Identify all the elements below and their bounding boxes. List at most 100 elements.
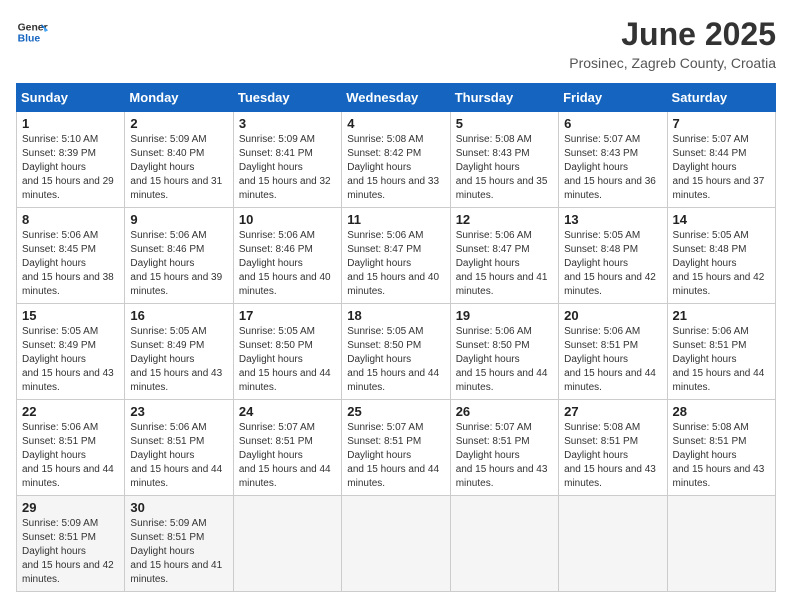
day-info: Sunrise: 5:06 AMSunset: 8:46 PMDaylight …	[239, 230, 331, 297]
calendar-cell: 1 Sunrise: 5:10 AMSunset: 8:39 PMDayligh…	[17, 112, 125, 208]
day-info: Sunrise: 5:08 AMSunset: 8:51 PMDaylight …	[673, 422, 765, 489]
day-number: 26	[456, 404, 553, 419]
calendar-cell: 20 Sunrise: 5:06 AMSunset: 8:51 PMDaylig…	[559, 304, 667, 400]
calendar-week-row: 1 Sunrise: 5:10 AMSunset: 8:39 PMDayligh…	[17, 112, 776, 208]
day-number: 2	[130, 116, 227, 131]
day-number: 16	[130, 308, 227, 323]
svg-text:Blue: Blue	[18, 34, 41, 45]
day-info: Sunrise: 5:05 AMSunset: 8:50 PMDaylight …	[239, 326, 331, 393]
day-info: Sunrise: 5:05 AMSunset: 8:50 PMDaylight …	[347, 326, 439, 393]
day-info: Sunrise: 5:10 AMSunset: 8:39 PMDaylight …	[22, 134, 114, 201]
day-info: Sunrise: 5:05 AMSunset: 8:49 PMDaylight …	[130, 326, 222, 393]
day-number: 11	[347, 212, 444, 227]
calendar-table: Sunday Monday Tuesday Wednesday Thursday…	[16, 83, 776, 592]
calendar-cell: 5 Sunrise: 5:08 AMSunset: 8:43 PMDayligh…	[450, 112, 558, 208]
day-info: Sunrise: 5:09 AMSunset: 8:40 PMDaylight …	[130, 134, 222, 201]
calendar-cell: 27 Sunrise: 5:08 AMSunset: 8:51 PMDaylig…	[559, 400, 667, 496]
day-number: 6	[564, 116, 661, 131]
logo: General Blue	[16, 16, 48, 48]
calendar-cell: 3 Sunrise: 5:09 AMSunset: 8:41 PMDayligh…	[233, 112, 341, 208]
day-info: Sunrise: 5:07 AMSunset: 8:51 PMDaylight …	[347, 422, 439, 489]
day-info: Sunrise: 5:06 AMSunset: 8:46 PMDaylight …	[130, 230, 222, 297]
day-number: 9	[130, 212, 227, 227]
calendar-cell: 10 Sunrise: 5:06 AMSunset: 8:46 PMDaylig…	[233, 208, 341, 304]
day-number: 27	[564, 404, 661, 419]
day-number: 17	[239, 308, 336, 323]
header-thursday: Thursday	[450, 84, 558, 112]
title-area: June 2025 Prosinec, Zagreb County, Croat…	[569, 16, 776, 71]
day-number: 23	[130, 404, 227, 419]
calendar-cell: 22 Sunrise: 5:06 AMSunset: 8:51 PMDaylig…	[17, 400, 125, 496]
day-number: 30	[130, 500, 227, 515]
day-info: Sunrise: 5:09 AMSunset: 8:41 PMDaylight …	[239, 134, 331, 201]
calendar-title: June 2025	[569, 16, 776, 53]
day-number: 5	[456, 116, 553, 131]
day-info: Sunrise: 5:06 AMSunset: 8:51 PMDaylight …	[673, 326, 765, 393]
calendar-cell	[559, 496, 667, 592]
day-info: Sunrise: 5:08 AMSunset: 8:51 PMDaylight …	[564, 422, 656, 489]
day-number: 18	[347, 308, 444, 323]
day-number: 1	[22, 116, 119, 131]
calendar-cell: 19 Sunrise: 5:06 AMSunset: 8:50 PMDaylig…	[450, 304, 558, 400]
calendar-cell: 4 Sunrise: 5:08 AMSunset: 8:42 PMDayligh…	[342, 112, 450, 208]
day-number: 8	[22, 212, 119, 227]
day-number: 3	[239, 116, 336, 131]
day-info: Sunrise: 5:05 AMSunset: 8:49 PMDaylight …	[22, 326, 114, 393]
day-number: 25	[347, 404, 444, 419]
calendar-cell: 15 Sunrise: 5:05 AMSunset: 8:49 PMDaylig…	[17, 304, 125, 400]
day-info: Sunrise: 5:07 AMSunset: 8:51 PMDaylight …	[239, 422, 331, 489]
day-info: Sunrise: 5:08 AMSunset: 8:42 PMDaylight …	[347, 134, 439, 201]
weekday-header-row: Sunday Monday Tuesday Wednesday Thursday…	[17, 84, 776, 112]
calendar-week-row: 22 Sunrise: 5:06 AMSunset: 8:51 PMDaylig…	[17, 400, 776, 496]
day-number: 29	[22, 500, 119, 515]
calendar-cell: 11 Sunrise: 5:06 AMSunset: 8:47 PMDaylig…	[342, 208, 450, 304]
day-number: 13	[564, 212, 661, 227]
day-number: 14	[673, 212, 770, 227]
calendar-cell: 30 Sunrise: 5:09 AMSunset: 8:51 PMDaylig…	[125, 496, 233, 592]
day-info: Sunrise: 5:06 AMSunset: 8:47 PMDaylight …	[347, 230, 439, 297]
day-number: 24	[239, 404, 336, 419]
day-number: 15	[22, 308, 119, 323]
calendar-cell: 7 Sunrise: 5:07 AMSunset: 8:44 PMDayligh…	[667, 112, 775, 208]
day-info: Sunrise: 5:07 AMSunset: 8:43 PMDaylight …	[564, 134, 656, 201]
calendar-cell: 28 Sunrise: 5:08 AMSunset: 8:51 PMDaylig…	[667, 400, 775, 496]
day-number: 20	[564, 308, 661, 323]
day-number: 10	[239, 212, 336, 227]
day-info: Sunrise: 5:06 AMSunset: 8:51 PMDaylight …	[22, 422, 114, 489]
header-sunday: Sunday	[17, 84, 125, 112]
calendar-cell: 16 Sunrise: 5:05 AMSunset: 8:49 PMDaylig…	[125, 304, 233, 400]
header-monday: Monday	[125, 84, 233, 112]
day-info: Sunrise: 5:09 AMSunset: 8:51 PMDaylight …	[22, 518, 114, 585]
day-info: Sunrise: 5:07 AMSunset: 8:44 PMDaylight …	[673, 134, 765, 201]
day-number: 21	[673, 308, 770, 323]
header-friday: Friday	[559, 84, 667, 112]
day-info: Sunrise: 5:06 AMSunset: 8:51 PMDaylight …	[564, 326, 656, 393]
calendar-cell: 18 Sunrise: 5:05 AMSunset: 8:50 PMDaylig…	[342, 304, 450, 400]
day-number: 22	[22, 404, 119, 419]
calendar-cell: 6 Sunrise: 5:07 AMSunset: 8:43 PMDayligh…	[559, 112, 667, 208]
calendar-cell: 9 Sunrise: 5:06 AMSunset: 8:46 PMDayligh…	[125, 208, 233, 304]
calendar-cell	[450, 496, 558, 592]
calendar-cell: 2 Sunrise: 5:09 AMSunset: 8:40 PMDayligh…	[125, 112, 233, 208]
day-info: Sunrise: 5:06 AMSunset: 8:47 PMDaylight …	[456, 230, 548, 297]
logo-icon: General Blue	[16, 16, 48, 48]
header-saturday: Saturday	[667, 84, 775, 112]
day-number: 7	[673, 116, 770, 131]
day-info: Sunrise: 5:05 AMSunset: 8:48 PMDaylight …	[564, 230, 656, 297]
calendar-cell: 24 Sunrise: 5:07 AMSunset: 8:51 PMDaylig…	[233, 400, 341, 496]
calendar-cell: 21 Sunrise: 5:06 AMSunset: 8:51 PMDaylig…	[667, 304, 775, 400]
calendar-cell: 8 Sunrise: 5:06 AMSunset: 8:45 PMDayligh…	[17, 208, 125, 304]
day-info: Sunrise: 5:06 AMSunset: 8:50 PMDaylight …	[456, 326, 548, 393]
day-info: Sunrise: 5:09 AMSunset: 8:51 PMDaylight …	[130, 518, 222, 585]
day-info: Sunrise: 5:06 AMSunset: 8:45 PMDaylight …	[22, 230, 114, 297]
day-info: Sunrise: 5:06 AMSunset: 8:51 PMDaylight …	[130, 422, 222, 489]
page-header: General Blue June 2025 Prosinec, Zagreb …	[16, 16, 776, 71]
calendar-cell: 25 Sunrise: 5:07 AMSunset: 8:51 PMDaylig…	[342, 400, 450, 496]
header-wednesday: Wednesday	[342, 84, 450, 112]
day-number: 19	[456, 308, 553, 323]
day-info: Sunrise: 5:07 AMSunset: 8:51 PMDaylight …	[456, 422, 548, 489]
calendar-week-row: 29 Sunrise: 5:09 AMSunset: 8:51 PMDaylig…	[17, 496, 776, 592]
calendar-week-row: 8 Sunrise: 5:06 AMSunset: 8:45 PMDayligh…	[17, 208, 776, 304]
calendar-cell: 14 Sunrise: 5:05 AMSunset: 8:48 PMDaylig…	[667, 208, 775, 304]
day-number: 28	[673, 404, 770, 419]
